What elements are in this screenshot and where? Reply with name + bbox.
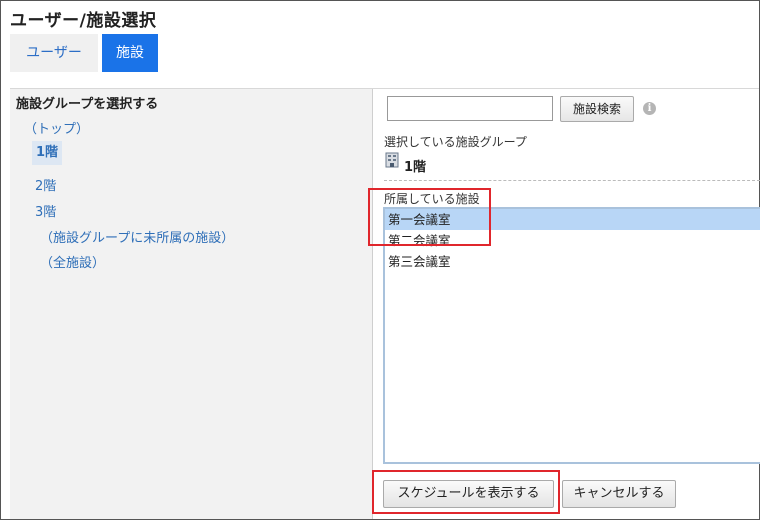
group-link-unassigned[interactable]: （施設グループに未所属の施設） (40, 227, 234, 246)
divider (384, 180, 760, 181)
list-item[interactable]: 第三会議室 (385, 251, 760, 272)
selected-group-value: 1階 (404, 160, 427, 175)
dialog-title: ユーザー/施設選択 (10, 11, 157, 31)
facility-search-button[interactable]: 施設検索 (560, 96, 634, 122)
group-tree-panel: 施設グループを選択する （トップ） 1階 2階 3階 （施設グループに未所属の施… (10, 89, 373, 519)
facility-search-input[interactable] (387, 96, 553, 121)
group-tree-heading: 施設グループを選択する (16, 97, 159, 112)
group-item-2f[interactable]: 2階 (35, 175, 56, 194)
cancel-button[interactable]: キャンセルする (562, 480, 676, 508)
group-item-1f[interactable]: 1階 (32, 141, 63, 165)
info-icon[interactable]: i (643, 102, 656, 115)
group-link-all[interactable]: （全施設） (40, 252, 105, 271)
selected-group-label: 選択している施設グループ (384, 135, 527, 149)
facility-group-icon (385, 152, 399, 168)
tab-facility[interactable]: 施設 (102, 34, 158, 72)
highlight-box-members (368, 188, 491, 246)
highlight-box-show-schedule (372, 470, 560, 514)
tab-user[interactable]: ユーザー (10, 34, 98, 72)
group-item-3f[interactable]: 3階 (35, 201, 56, 220)
group-link-top[interactable]: （トップ） (24, 118, 89, 137)
